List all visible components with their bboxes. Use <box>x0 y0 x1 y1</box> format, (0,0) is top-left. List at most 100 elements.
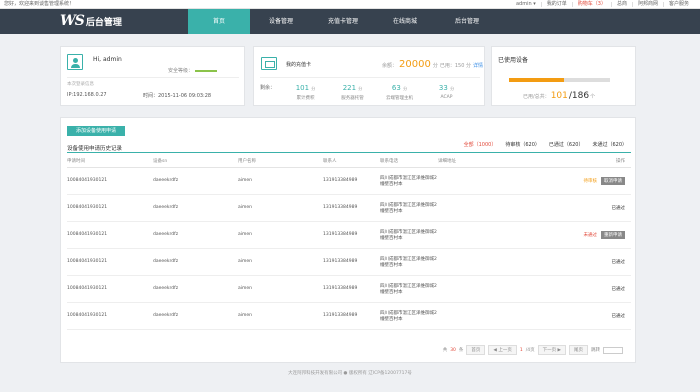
nav-item-admin[interactable]: 后台管理 <box>436 9 498 34</box>
total-count: 30 <box>450 347 456 353</box>
col-contact: 联系人 <box>323 155 380 168</box>
stat-value: 63 <box>391 84 401 92</box>
security-bar <box>195 69 218 72</box>
row-action-button[interactable]: 重新申请 <box>601 230 625 239</box>
logo[interactable]: WS 后台管理 <box>60 13 122 29</box>
table-row: 10084041930121 daeeekrdfz aimen 13191338498… <box>67 275 631 303</box>
cell-contact: 131913384989 <box>323 221 380 249</box>
stat-item: 101 分 累计费积 <box>282 84 329 101</box>
remaining-label: 剩余： <box>260 85 276 91</box>
cell-phone: 四川成都市温江区泽维御城2幢壁百村本 <box>380 248 438 276</box>
page-total: /4页 <box>525 348 535 353</box>
recharge-card-title: 我的充值卡 <box>286 62 312 68</box>
device-usage-bar <box>509 78 610 82</box>
first-page-button[interactable]: 首页 <box>466 345 486 355</box>
status-filters: 全部（1000） 待审核（620） 已通过（620） 未通过（620） <box>464 141 627 148</box>
recharge-stats: 101 分 累计费积 221 分 服务器托管 63 分 云端管理主机 33 分 … <box>282 84 470 101</box>
next-page-button[interactable]: 下一页 ▶ <box>537 345 566 355</box>
cell-user: aimen <box>238 248 323 276</box>
cell-address <box>438 194 538 222</box>
stat-item: 33 分 ACAP <box>423 84 470 101</box>
stat-unit: 分 <box>358 86 363 91</box>
nav-item-recharge-cards[interactable]: 充值卡管理 <box>312 9 374 34</box>
user-avatar-icon <box>67 54 83 70</box>
stat-unit: 分 <box>311 86 316 91</box>
detail-link[interactable]: 详情 <box>473 62 483 69</box>
status-label: 已通过 <box>611 313 626 319</box>
merchants-link[interactable]: 总商 <box>610 2 632 7</box>
stat-label: 云端管理主机 <box>386 96 413 101</box>
cell-address <box>438 167 538 195</box>
cell-action: 已通过 <box>538 275 631 303</box>
stat-item: 221 分 服务器托管 <box>329 84 376 101</box>
status-label: 已通过 <box>611 286 626 292</box>
recharge-balance: 余额： 20000 分 已用：150 分 详情 <box>382 59 483 70</box>
filter-rejected[interactable]: 未通过（620） <box>592 141 627 148</box>
col-address: 详细地址 <box>438 155 538 168</box>
table-row: 10084041930121 daeeekrdfz aimen 13191338498… <box>67 194 631 222</box>
stat-label: 累计费积 <box>296 96 315 101</box>
device-usage-card: 已使用设备 已用/总共： 101 /186 个 <box>491 46 636 106</box>
col-action: 操作 <box>538 155 631 168</box>
cell-address <box>438 221 538 249</box>
total-prefix: 共 <box>442 348 448 353</box>
cell-sn: daeeekrdfz <box>153 194 238 222</box>
filter-pending[interactable]: 待审核（620） <box>505 141 540 148</box>
cell-user: aimen <box>238 167 323 195</box>
filter-all[interactable]: 全部（1000） <box>464 141 497 148</box>
abang-shop-link[interactable]: 阿邦商网 <box>631 2 663 7</box>
login-ip: IP:192.168.0.27 <box>67 92 107 98</box>
pagination: 共 30 条 首页 ◀ 上一页 1 /4页 下一页 ▶ 尾页 跳转 <box>443 345 623 355</box>
table-row: 10084041930121 daeeekrdfz aimen 13191338498… <box>67 221 631 249</box>
balance-value: 20000 <box>399 59 431 70</box>
status-label: 未通过 <box>583 232 598 238</box>
device-usage-fill <box>509 78 564 82</box>
divider <box>67 77 239 78</box>
record-title: 设备使用申请历史记录 <box>67 146 123 152</box>
prev-page-button[interactable]: ◀ 上一页 <box>488 345 517 355</box>
cell-time: 10084041930121 <box>67 275 153 303</box>
filter-approved[interactable]: 已通过（620） <box>549 141 584 148</box>
nav-item-devices[interactable]: 设备管理 <box>250 9 312 34</box>
cell-phone: 四川成都市温江区泽维御城2幢壁百村本 <box>380 302 438 330</box>
cart-link[interactable]: 购物车（3） <box>571 2 611 7</box>
stat-value: 33 <box>438 84 448 92</box>
my-orders-link[interactable]: 我的订单 <box>540 2 572 7</box>
table-row: 10084041930121 daeeekrdfz aimen 13191338498… <box>67 248 631 276</box>
cell-user: aimen <box>238 221 323 249</box>
recharge-card-icon <box>261 57 277 70</box>
status-label: 待审核 <box>583 178 598 184</box>
table-row: 10084041930121 daeeekrdfz aimen 13191338498… <box>67 302 631 330</box>
col-user: 用户名称 <box>238 155 323 168</box>
top-bar: 您好，欢迎来到谈售管理系统！ admin ▾ 我的订单 购物车（3） 总商 阿邦… <box>0 0 700 9</box>
nav-item-online-mall[interactable]: 在线商城 <box>374 9 436 34</box>
nav-item-home[interactable]: 首页 <box>188 9 250 34</box>
total-suffix: 条 <box>458 348 464 353</box>
cell-phone: 四川成都市温江区泽维御城2幢壁百村本 <box>380 167 438 195</box>
footer: 大连阿邦科技开发有限公司 ● 版权所有 辽ICP备12007717号 <box>288 371 412 376</box>
cell-user: aimen <box>238 275 323 303</box>
customer-service-link[interactable]: 客户服务 <box>662 2 694 7</box>
page-select[interactable] <box>603 346 623 354</box>
cell-sn: daeeekrdfz <box>153 221 238 249</box>
cell-time: 10084041930121 <box>67 194 153 222</box>
status-label: 已通过 <box>611 205 626 211</box>
cell-time: 10084041930121 <box>67 221 153 249</box>
cell-address <box>438 275 538 303</box>
current-page: 1 <box>519 347 523 353</box>
add-application-button[interactable]: 添加设备使用申请 <box>67 126 125 136</box>
cell-contact: 131913384989 <box>323 275 380 303</box>
cell-time: 10084041930121 <box>67 302 153 330</box>
user-greeting: Hi, admin <box>93 56 122 63</box>
device-count-label: 已用/总共： <box>523 94 550 100</box>
row-action-button[interactable]: 取消申请 <box>601 176 625 185</box>
login-time: 时间：2015-11-06 09:03:28 <box>143 93 212 99</box>
cell-sn: daeeekrdfz <box>153 275 238 303</box>
top-links: admin ▾ 我的订单 购物车（3） 总商 阿邦商网 客户服务 <box>511 0 694 7</box>
user-menu-link[interactable]: admin ▾ <box>511 2 541 7</box>
divider <box>260 77 480 78</box>
used-amount: 已用：150 分 <box>439 63 471 69</box>
cell-sn: daeeekrdfz <box>153 302 238 330</box>
cell-time: 10084041930121 <box>67 248 153 276</box>
last-page-button[interactable]: 尾页 <box>569 345 588 355</box>
